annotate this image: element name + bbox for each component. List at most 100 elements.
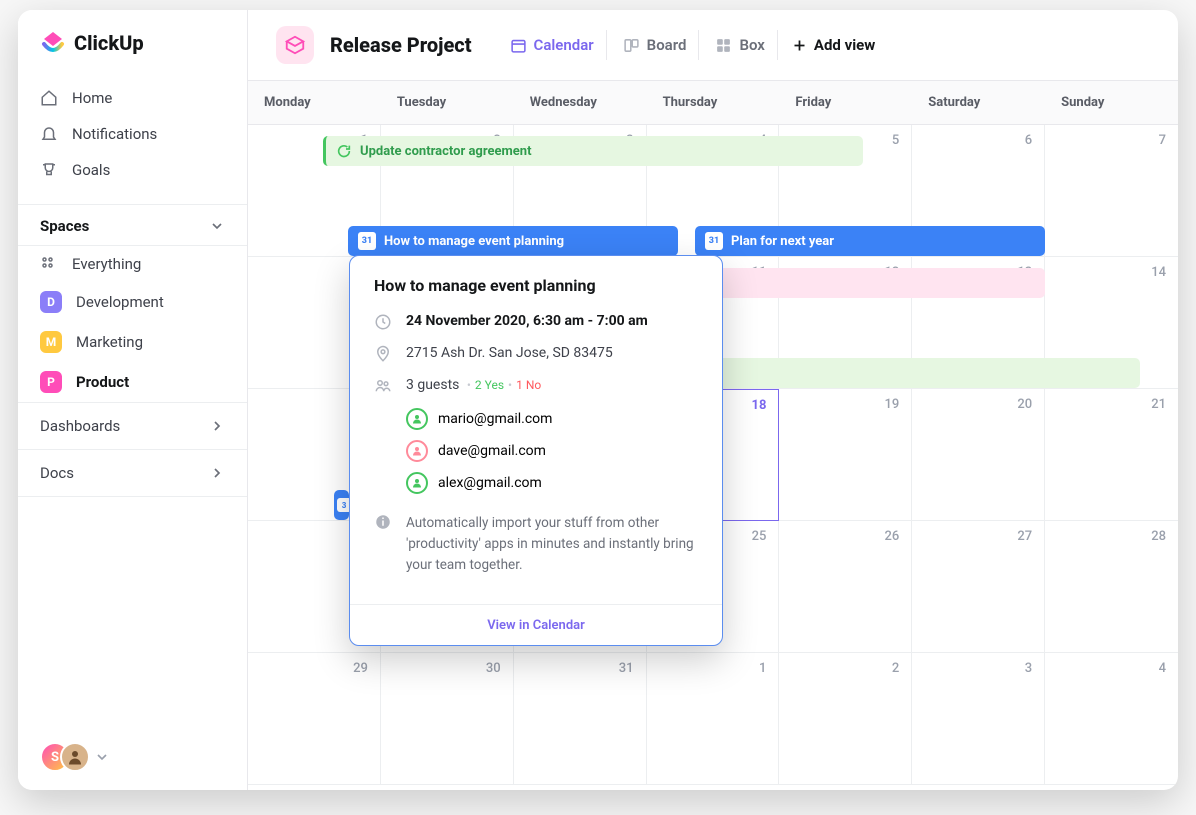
sidebar-docs[interactable]: Docs [18, 449, 247, 497]
popup-location: 2715 Ash Dr. San Jose, SD 83475 [406, 345, 613, 363]
day-head: Wednesday [514, 81, 647, 124]
day-number: 7 [1159, 133, 1166, 148]
calendar-cell[interactable]: 26 [779, 521, 912, 653]
nav-goals[interactable]: Goals [18, 152, 247, 188]
add-view-label: Add view [814, 36, 875, 54]
guest-avatar-icon [406, 472, 428, 494]
view-tab-calendar[interactable]: Calendar [498, 30, 607, 60]
view-tab-label: Board [647, 36, 687, 54]
popup-description: Automatically import your stuff from oth… [406, 513, 698, 576]
space-everything[interactable]: Everything [18, 246, 247, 282]
calendar-cell[interactable]: 21 [1045, 389, 1178, 521]
event-pink[interactable] [695, 268, 1045, 298]
event-plan-next-year[interactable]: 31 Plan for next year [695, 226, 1045, 256]
chevron-down-icon [209, 218, 225, 234]
space-product-label: Product [76, 373, 129, 391]
calendar-cell[interactable]: 4 [1045, 653, 1178, 785]
main-panel: Release Project Calendar Board Box Add v… [248, 10, 1178, 790]
calendar-cell[interactable]: 1 [647, 653, 780, 785]
sidebar-dashboards[interactable]: Dashboards [18, 402, 247, 449]
calendar-cell[interactable]: 7 [1045, 125, 1178, 257]
gcal-icon: 31 [705, 232, 723, 250]
calendar: Monday Tuesday Wednesday Thursday Friday… [248, 80, 1178, 790]
nav-home[interactable]: Home [18, 80, 247, 116]
project-title: Release Project [330, 33, 472, 57]
space-development-label: Development [76, 293, 164, 311]
view-tab-board[interactable]: Board [611, 30, 700, 60]
day-head: Friday [779, 81, 912, 124]
user-avatars[interactable]: S [18, 724, 247, 790]
event-update-agreement[interactable]: Update contractor agreement [323, 136, 863, 166]
nav-home-label: Home [72, 89, 112, 107]
calendar-cell[interactable]: 20 [912, 389, 1045, 521]
space-badge: D [40, 291, 62, 313]
day-number: 19 [885, 397, 900, 412]
space-development[interactable]: D Development [18, 282, 247, 322]
space-badge: M [40, 331, 62, 353]
brand-name: ClickUp [74, 31, 144, 55]
spaces-header-label: Spaces [40, 217, 89, 235]
calendar-cell[interactable]: 31 [514, 653, 647, 785]
day-number: 14 [1151, 265, 1166, 280]
event-blue-peek[interactable]: 3 [334, 490, 349, 520]
guest-email: mario@gmail.com [438, 411, 552, 427]
calendar-cell[interactable]: 19 [779, 389, 912, 521]
event-manage-planning[interactable]: 31 How to manage event planning [348, 226, 678, 256]
space-everything-label: Everything [72, 255, 141, 273]
project-icon [276, 26, 314, 64]
popup-view-in-calendar-link[interactable]: View in Calendar [487, 618, 585, 633]
board-icon [623, 37, 640, 54]
guest-email: alex@gmail.com [438, 475, 542, 491]
bell-icon [40, 125, 58, 143]
nav-notifications[interactable]: Notifications [18, 116, 247, 152]
spaces-header[interactable]: Spaces [18, 204, 247, 246]
trophy-icon [40, 161, 58, 179]
calendar-cell[interactable]: 27 [912, 521, 1045, 653]
grid-icon [40, 255, 58, 273]
day-number: 1 [759, 661, 766, 676]
event-popup: How to manage event planning 24 November… [349, 255, 723, 646]
calendar-cell[interactable]: 28 [1045, 521, 1178, 653]
gcal-icon: 31 [358, 232, 376, 250]
view-tab-box[interactable]: Box [703, 30, 777, 60]
calendar-cell[interactable]: 2 [779, 653, 912, 785]
guests-icon [374, 377, 392, 395]
nav-goals-label: Goals [72, 161, 110, 179]
location-icon [374, 345, 392, 363]
day-number: 20 [1017, 397, 1032, 412]
guest-row: dave@gmail.com [374, 435, 698, 467]
day-number: 5 [892, 133, 899, 148]
day-number: 31 [619, 661, 634, 676]
day-number: 21 [1151, 397, 1166, 412]
add-view-button[interactable]: Add view [792, 36, 875, 54]
event-label: Plan for next year [731, 234, 834, 249]
day-number: 30 [486, 661, 501, 676]
day-number: 18 [752, 398, 767, 413]
day-head: Monday [248, 81, 381, 124]
calendar-cell[interactable]: 3 [912, 653, 1045, 785]
nav-notifications-label: Notifications [72, 125, 157, 143]
brand-logo[interactable]: ClickUp [18, 10, 247, 80]
sidebar-dashboards-label: Dashboards [40, 417, 120, 435]
event-softgreen[interactable] [695, 358, 1140, 388]
logo-icon [40, 30, 66, 56]
popup-guests-no: 1 No [516, 378, 541, 392]
home-icon [40, 89, 58, 107]
space-product[interactable]: P Product [18, 362, 247, 402]
day-head: Thursday [647, 81, 780, 124]
guest-email: dave@gmail.com [438, 443, 546, 459]
space-marketing-label: Marketing [76, 333, 143, 351]
calendar-cell[interactable]: 29 [248, 653, 381, 785]
day-head: Saturday [912, 81, 1045, 124]
view-tab-label: Calendar [534, 36, 594, 54]
day-number: 4 [1159, 661, 1166, 676]
space-marketing[interactable]: M Marketing [18, 322, 247, 362]
day-number: 2 [892, 661, 899, 676]
day-head: Sunday [1045, 81, 1178, 124]
chevron-right-icon [209, 465, 225, 481]
day-number: 6 [1025, 133, 1032, 148]
guest-row: mario@gmail.com [374, 403, 698, 435]
guest-row: alex@gmail.com [374, 467, 698, 499]
calendar-cell[interactable]: 30 [381, 653, 514, 785]
popup-datetime: 24 November 2020, 6:30 am - 7:00 am [406, 313, 648, 331]
